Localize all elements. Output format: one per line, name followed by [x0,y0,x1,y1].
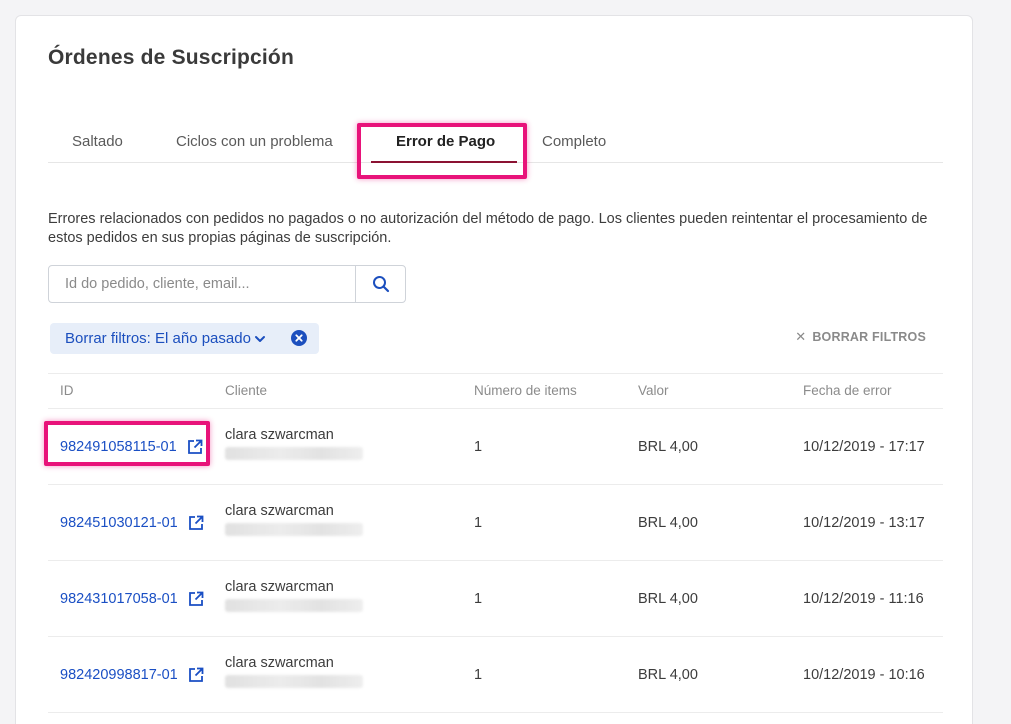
column-header-valor: Valor [638,383,669,398]
filter-chip-label: Borrar filtros: El año pasado [65,330,251,347]
order-id-link[interactable]: 982420998817-01 [60,667,204,683]
tab-label: Saltado [72,133,123,150]
tab-saltado[interactable]: Saltado [72,131,132,163]
order-id: 982451030121-01 [60,515,178,531]
tab-error-de-pago[interactable]: Error de Pago [371,131,517,163]
search-button[interactable] [355,266,405,302]
chevron-down-icon[interactable] [254,333,266,345]
tab-label: Completo [542,133,607,150]
table-row: 982491058115-01 clara szwarcman 1 BRL 4,… [44,409,943,485]
clear-filters-label: BORRAR FILTROS [812,330,926,344]
search-icon [372,276,389,293]
blurred-email [225,523,363,536]
tab-ciclos-con-un-problema[interactable]: Ciclos con un problema [176,131,351,163]
client-name: clara szwarcman [225,655,334,671]
order-id-link[interactable]: 982431017058-01 [60,591,204,607]
blurred-email [225,599,363,612]
error-date: 10/12/2019 - 17:17 [803,439,925,455]
active-filter-chip[interactable]: Borrar filtros: El año pasado [50,323,319,354]
tab-bar: Saltado Ciclos con un problema Error de … [48,123,943,179]
clear-filters-button[interactable]: ✕ BORRAR FILTROS [795,329,926,345]
order-id: 982420998817-01 [60,667,178,683]
error-date: 10/12/2019 - 10:16 [803,667,925,683]
subscription-orders-card: Órdenes de Suscripción Saltado Ciclos co… [15,15,973,724]
client-name: clara szwarcman [225,427,334,443]
blurred-email [225,447,363,460]
order-value: BRL 4,00 [638,667,698,683]
order-value: BRL 4,00 [638,591,698,607]
client-cell: clara szwarcman [225,655,363,688]
client-cell: clara szwarcman [225,503,363,536]
items-count: 1 [474,515,483,531]
table-header: ID Cliente Número de items Valor Fecha d… [48,373,943,409]
error-date: 10/12/2019 - 13:17 [803,515,925,531]
external-link-icon[interactable] [188,667,204,683]
tab-label: Ciclos con un problema [176,133,333,150]
close-circle-icon[interactable] [291,330,307,346]
column-header-id: ID [60,383,74,398]
column-header-cliente: Cliente [225,383,268,398]
column-header-items: Número de items [474,383,577,398]
order-value: BRL 4,00 [638,515,698,531]
search-box [48,265,406,303]
order-value: BRL 4,00 [638,439,698,455]
order-id: 982491058115-01 [60,439,177,455]
table-row: 982451030121-01 clara szwarcman 1 BRL 4,… [48,485,943,561]
client-name: clara szwarcman [225,503,334,519]
page-title: Órdenes de Suscripción [48,46,294,69]
search-input[interactable] [49,266,355,302]
client-cell: clara szwarcman [225,427,363,460]
column-header-fecha: Fecha de error [803,383,892,398]
items-count: 1 [474,591,483,607]
orders-table: ID Cliente Número de items Valor Fecha d… [44,373,943,713]
tab-completo[interactable]: Completo [542,131,622,163]
blurred-email [225,675,363,688]
table-row: 982420998817-01 clara szwarcman 1 BRL 4,… [48,637,943,713]
items-count: 1 [474,667,483,683]
error-date: 10/12/2019 - 11:16 [803,591,924,607]
external-link-icon[interactable] [187,439,203,455]
table-row: 982431017058-01 clara szwarcman 1 BRL 4,… [48,561,943,637]
client-cell: clara szwarcman [225,579,363,612]
external-link-icon[interactable] [188,515,204,531]
order-id-link[interactable]: 982491058115-01 [60,439,203,455]
order-id-link[interactable]: 982451030121-01 [60,515,204,531]
order-id: 982431017058-01 [60,591,178,607]
tab-label: Error de Pago [396,133,496,150]
tab-description: Errores relacionados con pedidos no paga… [48,211,928,246]
items-count: 1 [474,439,483,455]
client-name: clara szwarcman [225,579,334,595]
external-link-icon[interactable] [188,591,204,607]
close-icon: ✕ [795,329,807,344]
active-tab-indicator [371,161,517,163]
